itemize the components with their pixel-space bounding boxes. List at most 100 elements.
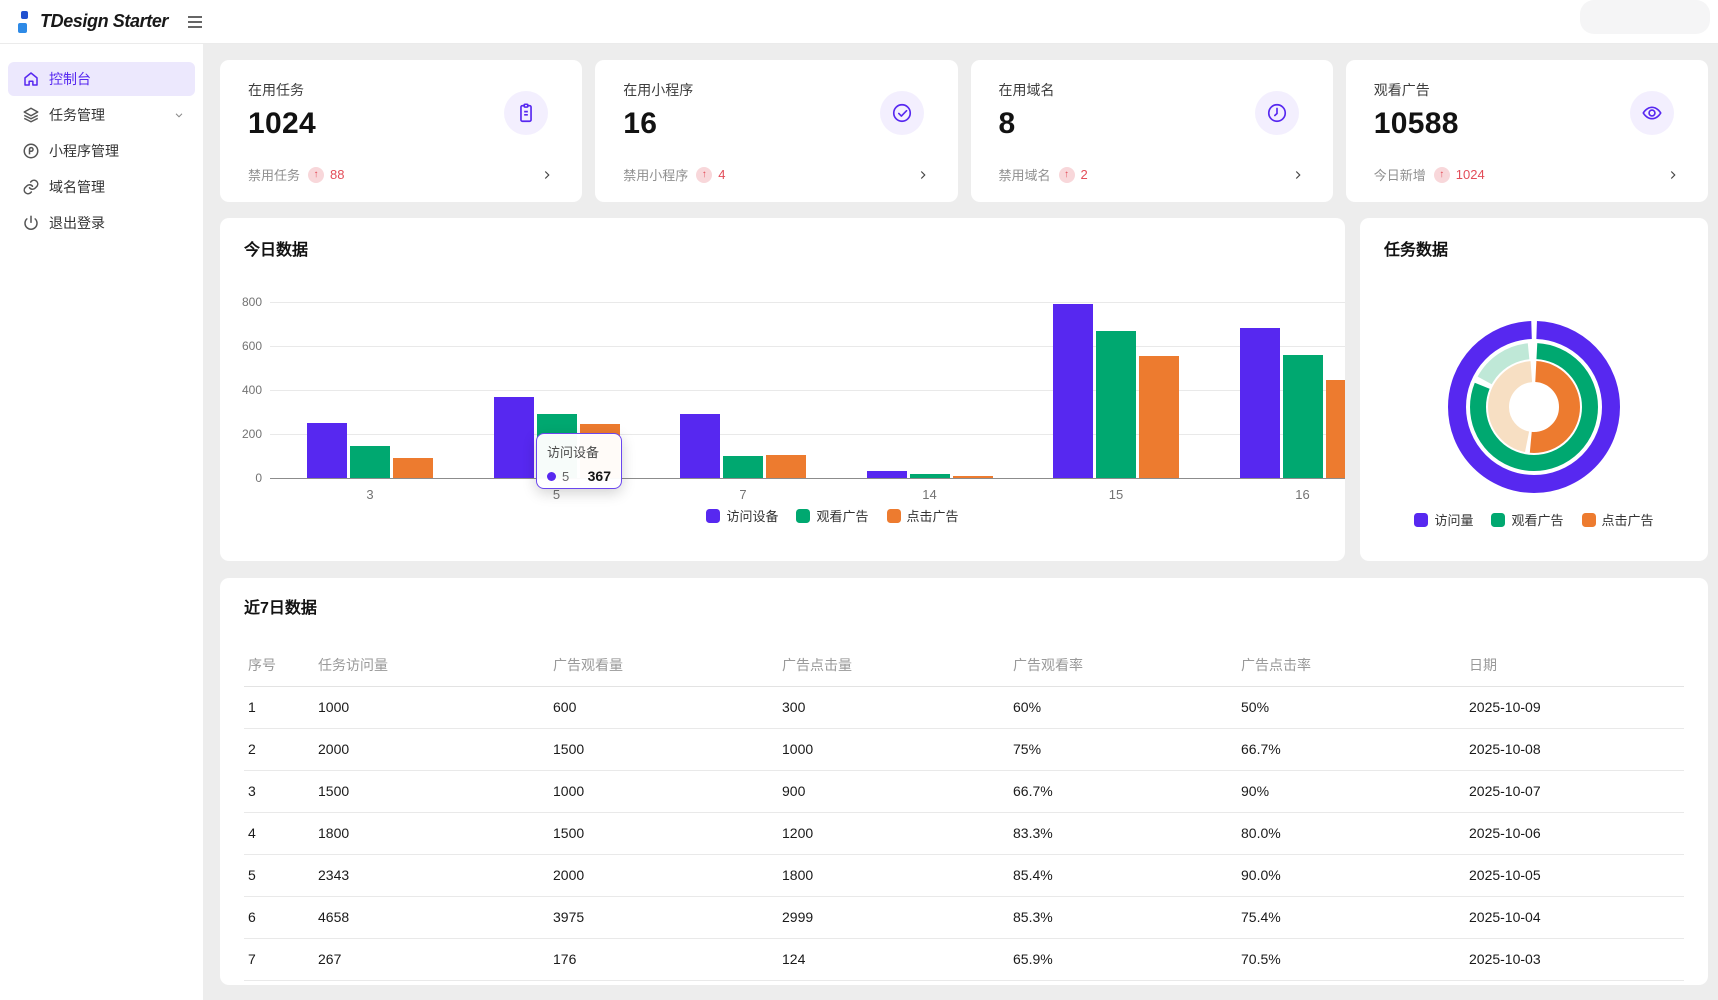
today-data-chart-card: 今日数据 0 200 400 600 800 3 5 7 14 15 16 访问设备 5 367 访… [220, 218, 1345, 561]
legend-item[interactable]: 点击广告 [886, 506, 959, 525]
stat-footer: 禁用小程序 ↑ 4 [623, 165, 929, 184]
grid-line [270, 434, 1345, 435]
sidebar-item-tasks[interactable]: 任务管理 [8, 98, 195, 132]
sidebar-item-dashboard[interactable]: 控制台 [8, 62, 195, 96]
task-data-chart-card: 任务数据 访问量 观看广告 点击广告 [1360, 218, 1708, 561]
table-header-cell: 广告观看率 [1009, 644, 1237, 687]
bar-访问设备[interactable] [1053, 304, 1093, 478]
table-row: 7 267 176 124 65.9% 70.5% 2025-10-03 [244, 938, 1684, 981]
table-header-cell: 广告点击率 [1237, 644, 1465, 687]
app-title: TDesign Starter [40, 11, 169, 31]
stat-card-ads: 观看广告 10588 今日新增 ↑ 1024 [1345, 60, 1708, 202]
table-cell: 1000 [778, 728, 1009, 771]
bar-访问设备[interactable] [866, 471, 907, 478]
x-axis-tick: 14 [922, 487, 937, 502]
table-header-cell: 任务访问量 [314, 644, 549, 687]
chevron-right-icon[interactable] [540, 168, 554, 182]
sidebar-item-domains[interactable]: 域名管理 [8, 170, 195, 204]
tooltip-value: 367 [587, 468, 611, 484]
arrow-up-icon: ↑ [1058, 166, 1075, 183]
legend-label: 访问设备 [726, 509, 779, 524]
bar-点击广告[interactable] [393, 458, 433, 478]
sidebar-item-miniprogram[interactable]: 小程序管理 [8, 134, 195, 168]
chevron-right-icon[interactable] [1291, 168, 1305, 182]
stat-title: 在用域名 [998, 82, 1055, 98]
legend-item[interactable]: 点击广告 [1581, 510, 1654, 529]
x-axis-tick: 15 [1108, 487, 1124, 502]
table-cell: 75.4% [1237, 896, 1465, 939]
arrow-up-icon: ↑ [696, 166, 713, 183]
donut-chart[interactable] [1430, 303, 1638, 511]
table-cell: 85.3% [1009, 896, 1237, 939]
stat-footer: 禁用域名 ↑ 2 [999, 165, 1305, 184]
link-icon [22, 178, 40, 196]
chevron-down-icon[interactable] [173, 109, 185, 121]
table-cell: 2025-10-07 [1465, 770, 1684, 813]
table-cell: 7 [244, 938, 314, 981]
bar-访问设备[interactable] [680, 414, 720, 478]
table-cell: 66.7% [1009, 770, 1237, 813]
y-axis-tick: 400 [241, 383, 262, 397]
y-axis-tick: 200 [241, 427, 262, 441]
chevron-right-icon[interactable] [1666, 168, 1680, 182]
table-row: 6 4658 3975 2999 85.3% 75.4% 2025-10-04 [244, 896, 1684, 939]
stat-card-domains: 在用域名 8 禁用域名 ↑ 2 [970, 60, 1333, 202]
stat-title: 在用小程序 [623, 82, 694, 98]
table-cell: 1500 [549, 728, 778, 771]
bar-观看广告[interactable] [350, 446, 390, 478]
legend-swatch [1581, 512, 1596, 527]
table-cell: 1500 [549, 812, 778, 855]
table-cell: 65.9% [1009, 938, 1237, 981]
table-cell: 3 [244, 770, 314, 813]
stats-row: 在用任务 1024 禁用任务 ↑ 88 在用小程序 16 禁用小程序 ↑ 4 在… [220, 60, 1708, 202]
sidebar-item-logout[interactable]: 退出登录 [8, 206, 195, 240]
collapse-menu-icon[interactable] [184, 11, 206, 33]
table-cell: 124 [778, 938, 1009, 981]
grid-line [270, 346, 1345, 347]
legend-item[interactable]: 访问量 [1414, 510, 1473, 529]
legend-item[interactable]: 观看广告 [1491, 510, 1564, 529]
bar-观看广告[interactable] [723, 456, 763, 478]
sidebar-item-label: 控制台 [49, 71, 91, 87]
bar-点击广告[interactable] [1325, 380, 1345, 478]
chevron-right-icon[interactable] [916, 168, 930, 182]
x-axis-tick: 3 [366, 487, 374, 502]
tooltip-series-name: 访问设备 [547, 445, 600, 460]
clipboard-icon [504, 91, 549, 135]
sidebar-item-label: 小程序管理 [49, 143, 119, 159]
stat-footer-label: 今日新增 [1373, 168, 1426, 183]
sidebar: 控制台 任务管理 小程序管理 域名管理 退出登录 [0, 44, 203, 1000]
table-cell: 6 [244, 896, 314, 939]
power-icon [22, 214, 40, 232]
check-circle-icon [879, 91, 924, 135]
table-cell: 2025-10-08 [1465, 728, 1684, 771]
table-cell: 300 [778, 686, 1009, 729]
tdesign-logo-icon [18, 9, 30, 35]
table-cell: 1000 [314, 686, 549, 729]
miniprogram-icon [22, 142, 40, 160]
arrow-up-icon: ↑ [1433, 166, 1450, 183]
table-cell: 1200 [778, 812, 1009, 855]
bar-点击广告[interactable] [766, 454, 806, 478]
bar-访问设备[interactable] [1239, 328, 1280, 478]
bar-点击广告[interactable] [1139, 355, 1179, 478]
legend-item[interactable]: 观看广告 [796, 506, 869, 525]
stat-card-miniprograms: 在用小程序 16 禁用小程序 ↑ 4 [595, 60, 958, 202]
table-cell: 176 [549, 938, 778, 981]
legend-item[interactable]: 访问设备 [706, 506, 778, 525]
header-ghost-pill [1580, 0, 1710, 34]
table-cell: 60% [1009, 686, 1237, 729]
table-cell: 2025-10-05 [1465, 854, 1684, 897]
stat-footer-label: 禁用任务 [248, 168, 301, 183]
x-axis-tick: 16 [1295, 487, 1310, 502]
table-cell: 83.3% [1009, 812, 1237, 855]
stat-title: 观看广告 [1373, 82, 1430, 98]
bar-观看广告[interactable] [1282, 354, 1323, 478]
bar-访问设备[interactable] [307, 423, 347, 478]
bar-访问设备[interactable] [493, 397, 534, 478]
table-cell: 900 [778, 770, 1009, 813]
y-axis-tick: 800 [241, 295, 262, 309]
bar-观看广告[interactable] [1096, 330, 1136, 478]
stat-footer-label: 禁用小程序 [623, 168, 689, 183]
layers-icon [22, 106, 40, 124]
